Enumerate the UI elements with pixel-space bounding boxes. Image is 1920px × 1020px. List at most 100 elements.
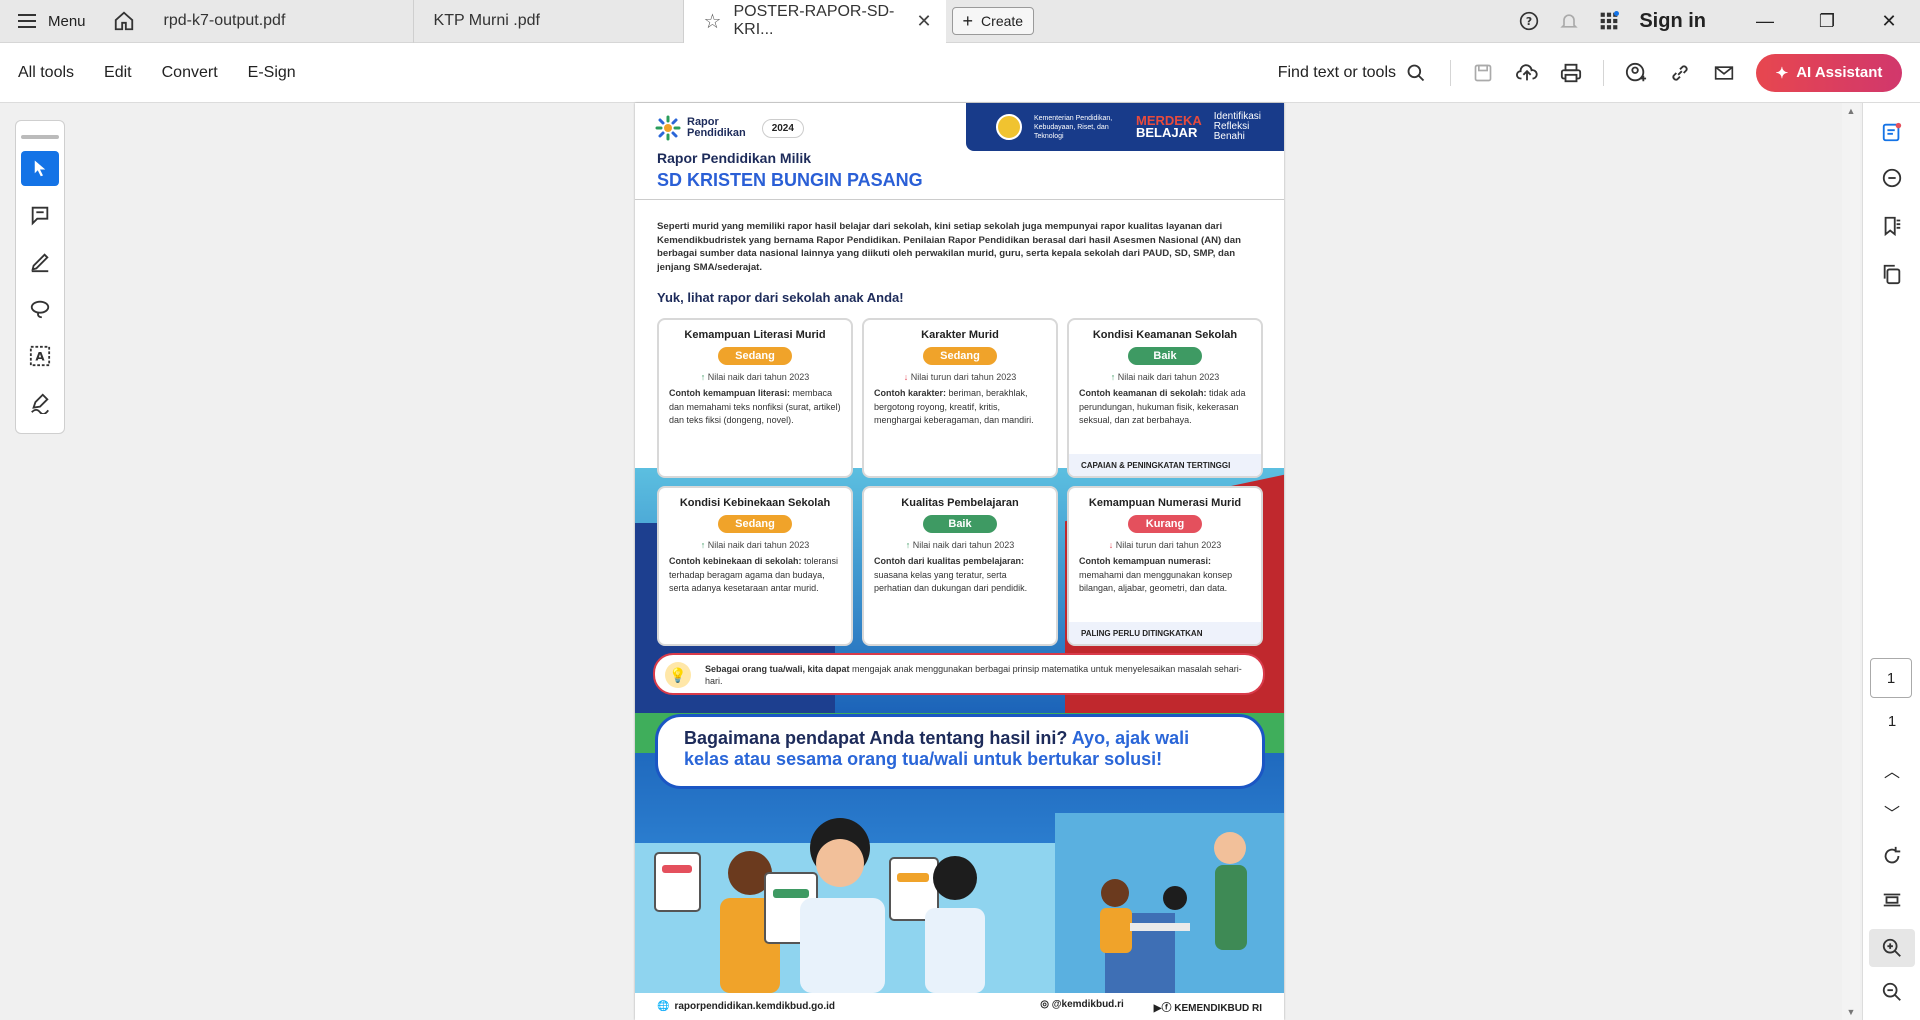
trend-text: Nilai turun dari tahun 2023 <box>910 372 1017 382</box>
email-button[interactable] <box>1702 63 1746 83</box>
share-button[interactable] <box>1614 62 1658 84</box>
card-description: Contoh keamanan di sekolah: tidak ada pe… <box>1079 388 1246 425</box>
all-tools-menu[interactable]: All tools <box>18 64 74 82</box>
trend-arrow-icon: ↑ <box>1110 372 1116 382</box>
page-number-input[interactable]: 1 <box>1870 658 1912 698</box>
sign-in-button[interactable]: Sign in <box>1639 10 1706 33</box>
scroll-up-arrow-icon[interactable]: ▲ <box>1842 106 1860 116</box>
logo-line2: Pendidikan <box>687 127 746 139</box>
drag-handle[interactable] <box>21 135 59 139</box>
section-heading: Yuk, lihat rapor dari sekolah anak Anda! <box>657 290 904 305</box>
notifications-button[interactable] <box>1549 11 1589 31</box>
save-button[interactable] <box>1461 63 1505 83</box>
find-label: Find text or tools <box>1277 63 1396 81</box>
report-card: Kondisi Kebinekaan Sekolah Sedang ↑ Nilai … <box>657 486 853 646</box>
lightbulb-icon: 💡 <box>665 662 691 688</box>
chevron-up-icon: ︿ <box>1883 764 1900 781</box>
link-icon <box>1672 64 1688 81</box>
close-tab-icon[interactable]: ✕ <box>916 11 931 32</box>
rotate-button[interactable] <box>1863 845 1920 867</box>
print-button[interactable] <box>1549 62 1593 84</box>
draw-tool[interactable] <box>21 292 59 327</box>
signature-pen-icon <box>31 393 49 415</box>
previous-page-button[interactable]: ︿ <box>1863 758 1920 782</box>
restore-icon: ❐ <box>1818 10 1836 31</box>
card-title: Kemampuan Literasi Murid <box>684 329 826 341</box>
trend-text: Nilai turun dari tahun 2023 <box>1115 540 1222 550</box>
next-page-button[interactable]: ﹀ <box>1863 800 1920 824</box>
help-button[interactable]: ? <box>1509 11 1549 31</box>
comment-bubble-icon <box>1882 168 1902 188</box>
trend-text: Nilai naik dari tahun 2023 <box>707 540 810 550</box>
copy-pages-icon <box>1883 264 1901 285</box>
ai-summary-button[interactable] <box>1863 121 1920 143</box>
home-button[interactable] <box>104 0 144 43</box>
zoom-in-button[interactable] <box>1869 929 1915 967</box>
highlight-tool[interactable] <box>21 245 59 280</box>
ikrb-logo: Identifikasi Refleksi Benahi <box>1213 111 1261 142</box>
pen-icon <box>31 253 49 273</box>
tip-bold: Sebagai orang tua/wali, kita dapat <box>705 664 850 674</box>
tab-poster-rapor[interactable]: ☆ POSTER-RAPOR-SD-KRI... ✕ <box>683 0 946 43</box>
trend-line: ↑ Nilai naik dari tahun 2023 <box>1069 372 1261 382</box>
left-tool-rail: A <box>15 120 65 434</box>
restore-button[interactable]: ❐ <box>1796 11 1858 32</box>
zoom-out-button[interactable] <box>1863 981 1920 1003</box>
sign-tool[interactable] <box>21 386 59 421</box>
zoom-out-icon <box>1882 982 1901 1001</box>
link-button[interactable] <box>1658 62 1702 84</box>
edit-menu[interactable]: Edit <box>104 64 132 82</box>
home-icon <box>114 11 133 31</box>
youtube-facebook-icon: ▶ⓕ <box>1153 1003 1175 1014</box>
report-card: Kondisi Keamanan Sekolah Baik ↑ Nilai naik… <box>1067 318 1263 478</box>
find-text-tools[interactable]: Find text or tools <box>1278 63 1426 83</box>
status-badge: Sedang <box>718 515 792 533</box>
comments-panel-button[interactable] <box>1863 167 1920 189</box>
create-button[interactable]: + Create <box>951 7 1035 35</box>
tab-ktp-murni[interactable]: KTP Murni .pdf <box>414 0 684 43</box>
trend-arrow-icon: ↑ <box>700 540 706 550</box>
upload-button[interactable] <box>1505 62 1549 84</box>
trend-text: Nilai naik dari tahun 2023 <box>1117 372 1220 382</box>
scroll-down-arrow-icon[interactable]: ▼ <box>1842 1007 1860 1017</box>
envelope-icon <box>1714 65 1734 80</box>
comment-tool[interactable] <box>21 198 59 233</box>
vertical-scrollbar[interactable]: ▲ ▼ <box>1842 103 1860 1020</box>
school-name: SD KRISTEN BUNGIN PASANG <box>657 170 923 190</box>
minimize-button[interactable]: — <box>1734 11 1796 32</box>
trend-line: ↑ Nilai naik dari tahun 2023 <box>659 372 851 382</box>
text-box-tool[interactable]: A <box>21 339 59 374</box>
ai-assistant-button[interactable]: ✦ AI Assistant <box>1756 53 1902 92</box>
pages-button[interactable] <box>1863 263 1920 285</box>
select-tool[interactable] <box>21 150 59 186</box>
status-badge: Baik <box>923 515 997 533</box>
card-ribbon: CAPAIAN & PENINGKATAN TERTINGGI <box>1069 454 1261 476</box>
merdeka-belajar-logo: MERDEKA BELAJAR <box>1136 113 1202 140</box>
people-illustration <box>635 813 1284 993</box>
card-title: Karakter Murid <box>921 329 999 341</box>
pdf-page: Kementerian Pendidikan, Kebudayaan, Rise… <box>635 103 1284 1020</box>
esign-menu[interactable]: E-Sign <box>248 64 296 82</box>
card-description: Contoh karakter: beriman, berakhlak, ber… <box>874 388 1034 425</box>
card-description: Contoh kemampuan literasi: membaca dan m… <box>669 388 841 425</box>
trend-arrow-icon: ↑ <box>700 372 706 382</box>
discussion-callout: Bagaimana pendapat Anda tentang hasil in… <box>655 714 1265 789</box>
status-badge: Sedang <box>718 347 792 365</box>
scroll-mode-button[interactable] <box>1863 889 1920 911</box>
tab-rpd-k7[interactable]: rpd-k7-output.pdf <box>144 0 414 43</box>
convert-menu[interactable]: Convert <box>162 64 218 82</box>
apps-button[interactable] <box>1589 11 1629 31</box>
bookmarks-button[interactable] <box>1863 215 1920 237</box>
trend-arrow-icon: ↑ <box>905 540 911 550</box>
card-description: Contoh kebinekaan di sekolah: toleransi … <box>669 556 839 593</box>
status-badge: Baik <box>1128 347 1202 365</box>
close-icon: ✕ <box>1881 10 1897 31</box>
star-icon[interactable]: ☆ <box>704 9 722 34</box>
card-title: Kondisi Keamanan Sekolah <box>1092 329 1238 341</box>
menu-button[interactable]: Menu <box>0 0 104 43</box>
lasso-icon <box>30 301 50 319</box>
card-title: Kemampuan Numerasi Murid <box>1088 497 1242 509</box>
report-card: Karakter Murid Sedang ↓ Nilai turun dari t… <box>862 318 1058 478</box>
cursor-icon <box>34 160 46 177</box>
close-window-button[interactable]: ✕ <box>1858 11 1920 32</box>
